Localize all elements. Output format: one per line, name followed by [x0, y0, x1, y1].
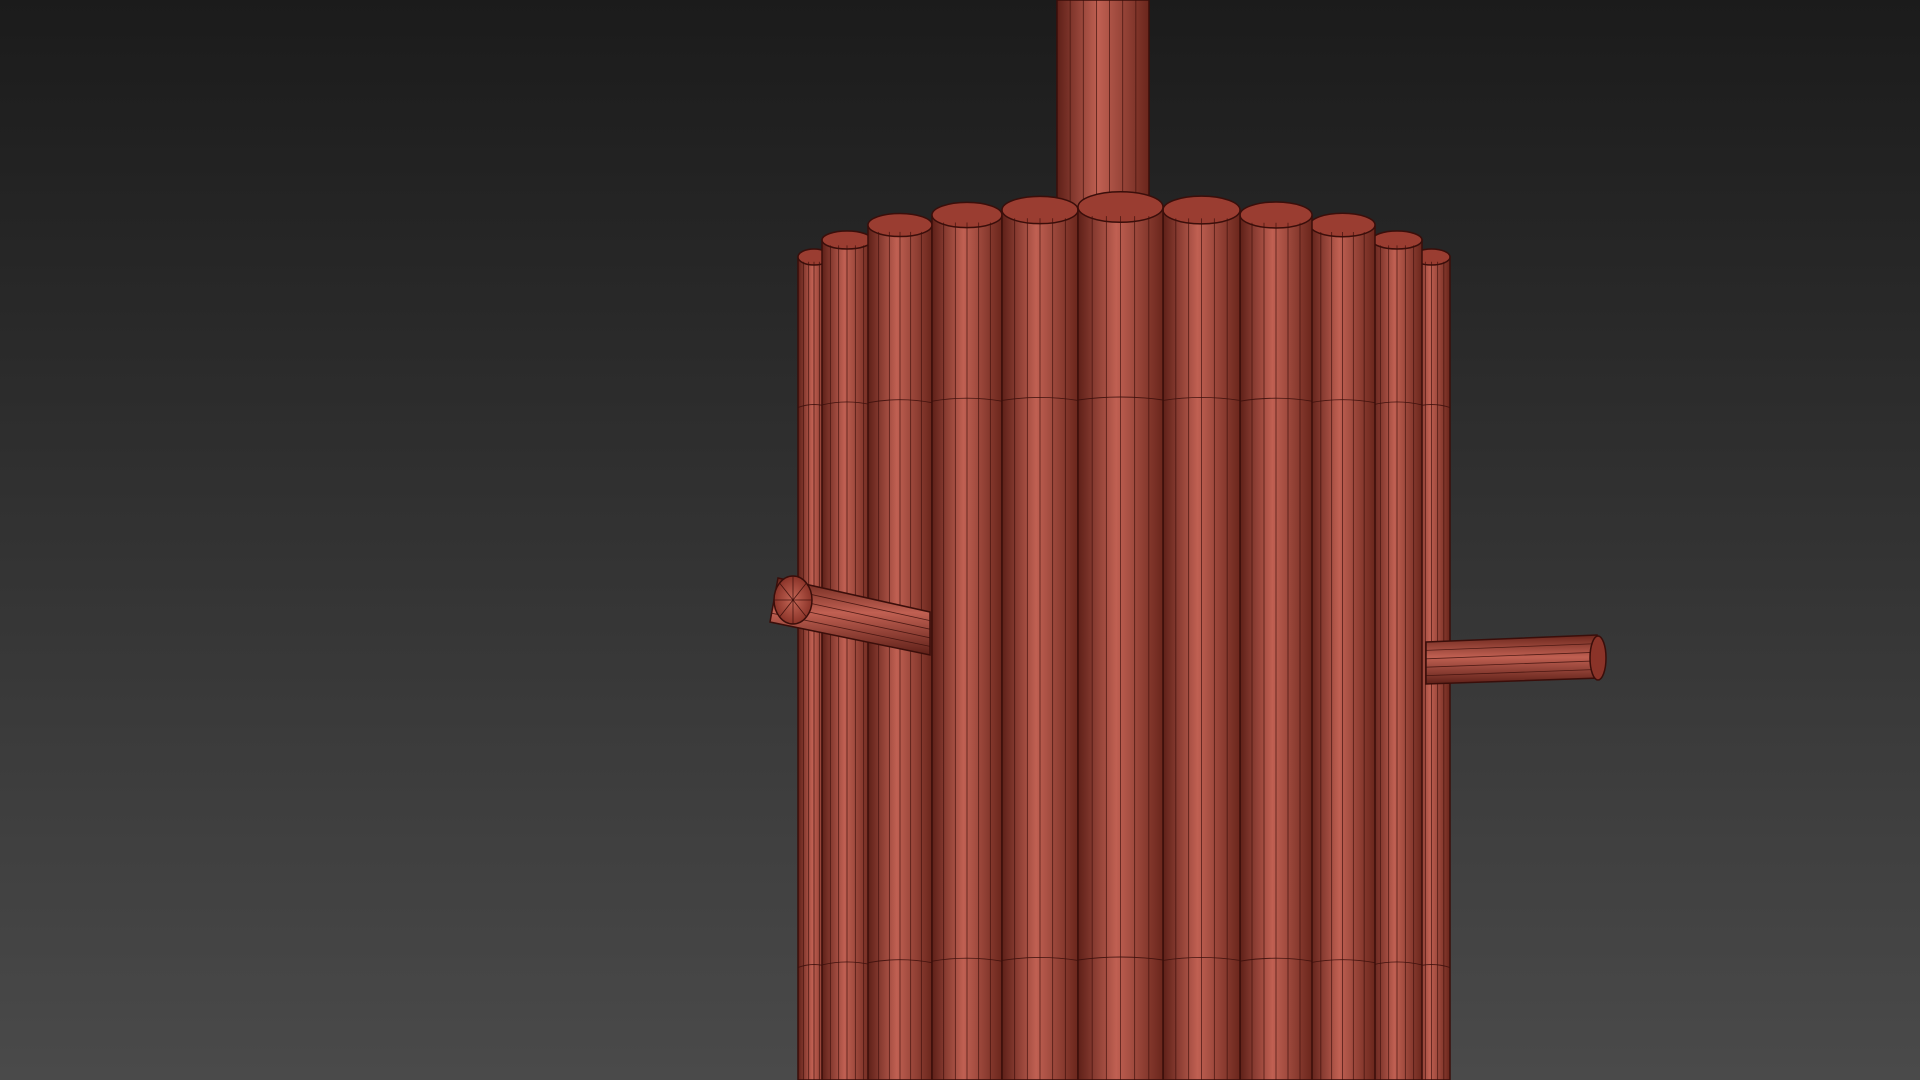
3d-viewport[interactable]	[0, 0, 1920, 1080]
rod[interactable]	[1371, 230, 1423, 1080]
right-peg[interactable]	[1425, 634, 1607, 685]
rod[interactable]	[1001, 195, 1079, 1080]
rod[interactable]	[1309, 212, 1376, 1080]
viewport-scene[interactable]	[0, 0, 1920, 1080]
left-peg-cap-wireframe	[774, 576, 812, 624]
central-shaft[interactable]	[1056, 0, 1150, 216]
rod[interactable]	[1239, 201, 1313, 1080]
rod[interactable]	[821, 230, 873, 1080]
rod[interactable]	[1162, 195, 1241, 1080]
rod[interactable]	[931, 201, 1003, 1080]
rod[interactable]	[1077, 190, 1164, 1080]
